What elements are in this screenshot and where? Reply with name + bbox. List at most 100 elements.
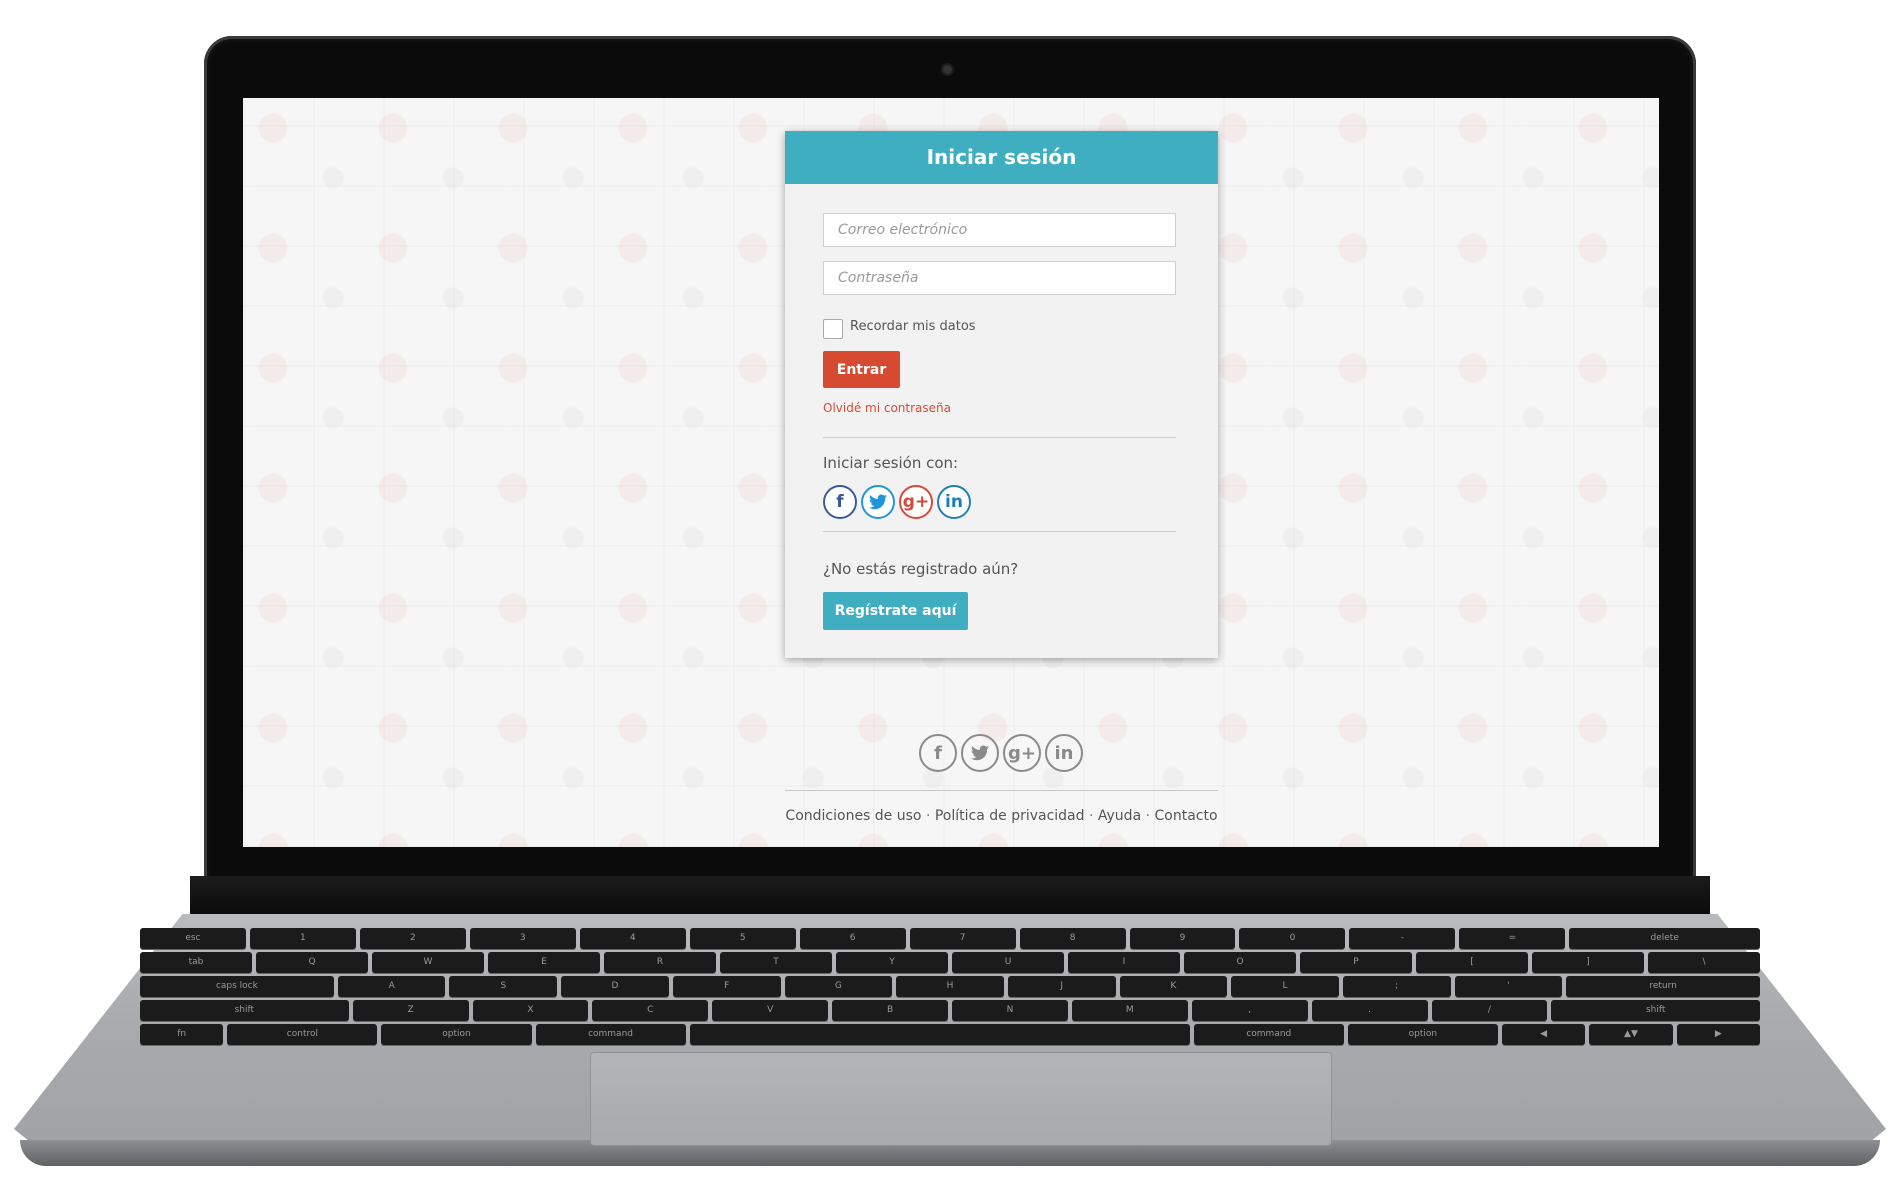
keyboard-key: caps lock (140, 976, 334, 997)
footer-link-contact[interactable]: Contacto (1155, 808, 1218, 824)
keyboard-key: 9 (1129, 928, 1236, 949)
keyboard-key: option (1347, 1024, 1498, 1045)
keyboard-key: 5 (689, 928, 796, 949)
footer-divider (785, 790, 1218, 791)
footer-links: Condiciones de uso · Política de privaci… (785, 808, 1218, 824)
keyboard-key: P (1300, 952, 1412, 973)
password-input[interactable] (823, 261, 1176, 295)
social-login-buttons: f g+ in (823, 485, 971, 519)
keyboard-key: delete (1569, 928, 1761, 949)
social-login-title: Iniciar sesión con: (823, 454, 959, 472)
keyboard-key: L (1231, 976, 1339, 997)
keyboard-key: . (1311, 1000, 1428, 1021)
keyboard-row-5: fn control option command command option ◀ ▲▼ ▶ (140, 1024, 1761, 1045)
keyboard-key: ▲▼ (1589, 1024, 1673, 1045)
keyboard-key: 6 (799, 928, 906, 949)
keyboard-key: ; (1342, 976, 1451, 997)
keyboard-key: K (1119, 976, 1228, 997)
divider (823, 437, 1176, 438)
keyboard-key: shift (1551, 1000, 1760, 1021)
divider (823, 531, 1176, 532)
register-button[interactable]: Regístrate aquí (823, 592, 968, 630)
keyboard-key: N (952, 1000, 1068, 1021)
keyboard-key: [ (1416, 952, 1528, 973)
keyboard-key: V (712, 1000, 829, 1021)
keyboard-key: U (952, 952, 1064, 973)
keyboard-key: T (720, 952, 832, 973)
keyboard-key: Q (256, 952, 368, 973)
keyboard-key: C (592, 1000, 709, 1021)
keyboard-key: 3 (469, 928, 576, 949)
register-question: ¿No estás registrado aún? (823, 560, 1019, 578)
keyboard-key: command (535, 1024, 686, 1045)
webcam (943, 65, 952, 74)
footer-link-privacy[interactable]: Política de privacidad (935, 808, 1085, 824)
keyboard-key: 4 (579, 928, 686, 949)
keyboard-key: O (1184, 952, 1296, 973)
keyboard-key: G (784, 976, 893, 997)
twitter-icon[interactable] (961, 734, 999, 772)
keyboard-key: R (604, 952, 716, 973)
footer-link-help[interactable]: Ayuda (1098, 808, 1141, 824)
keyboard-key: E (488, 952, 600, 973)
keyboard-key: Y (836, 952, 948, 973)
remember-checkbox[interactable] (823, 319, 843, 339)
keyboard-key: X (472, 1000, 589, 1021)
login-button[interactable]: Entrar (823, 351, 900, 388)
keyboard-key: , (1191, 1000, 1308, 1021)
keyboard-key: ] (1532, 952, 1644, 973)
login-card: Iniciar sesión Recordar mis datos Entrar… (785, 131, 1218, 658)
keyboard-key: ◀ (1501, 1024, 1586, 1045)
keyboard-key (689, 1024, 1190, 1045)
footer-social-icons: f g+ in (919, 734, 1083, 772)
facebook-icon[interactable]: f (823, 485, 857, 519)
keyboard-key: shift (140, 1000, 349, 1021)
keyboard-key: F (672, 976, 781, 997)
keyboard-key: 8 (1019, 928, 1126, 949)
keyboard-key: option (381, 1024, 532, 1045)
google-plus-icon[interactable]: g+ (899, 485, 933, 519)
footer-separator: · (925, 808, 931, 824)
keyboard-key: I (1068, 952, 1180, 973)
keyboard-row-1: esc 1 2 3 4 5 6 7 8 9 0- = delete (139, 928, 1761, 949)
keyboard-key: 2 (359, 928, 466, 949)
keyboard-key: - (1349, 928, 1456, 949)
twitter-icon[interactable] (861, 485, 895, 519)
linkedin-icon[interactable]: in (1045, 734, 1083, 772)
footer-link-terms[interactable]: Condiciones de uso (785, 808, 921, 824)
login-title: Iniciar sesión (785, 131, 1218, 184)
keyboard-key: command (1193, 1024, 1344, 1045)
keyboard-key: D (561, 976, 669, 997)
keyboard-key: Z (352, 1000, 469, 1021)
google-plus-icon[interactable]: g+ (1003, 734, 1041, 772)
keyboard-key: tab (140, 952, 252, 973)
keyboard-key: \ (1648, 952, 1760, 973)
keyboard-key: 0 (1239, 928, 1346, 949)
keyboard-key: W (372, 952, 484, 973)
forgot-password-link[interactable]: Olvidé mi contraseña (823, 401, 951, 415)
keyboard-row-3: caps lock A S D F G H J K L; ' return (140, 976, 1761, 997)
keyboard: esc 1 2 3 4 5 6 7 8 9 0- = delete tab Q W E R T Y U I O P[] \ c… (139, 928, 1761, 1050)
keyboard-row-2: tab Q W E R T Y U I O P[] \ (140, 952, 1760, 973)
laptop-hinge (190, 876, 1710, 916)
keyboard-key: J (1007, 976, 1116, 997)
facebook-icon[interactable]: f (919, 734, 957, 772)
keyboard-key: control (227, 1024, 378, 1045)
keyboard-key: / (1431, 1000, 1548, 1021)
keyboard-key: ▶ (1676, 1024, 1761, 1045)
footer-separator: · (1145, 808, 1151, 824)
email-input[interactable] (823, 213, 1176, 247)
trackpad (590, 1052, 1332, 1146)
keyboard-key: 7 (909, 928, 1016, 949)
keyboard-row-4: shift Z X C V B N M,. / shift (140, 1000, 1760, 1021)
keyboard-key: M (1071, 1000, 1188, 1021)
footer-separator: · (1088, 808, 1094, 824)
keyboard-key: = (1459, 928, 1566, 949)
keyboard-key: S (449, 976, 558, 997)
keyboard-key: A (337, 976, 446, 997)
linkedin-icon[interactable]: in (937, 485, 971, 519)
keyboard-key: fn (140, 1024, 224, 1045)
remember-label: Recordar mis datos (850, 319, 976, 334)
keyboard-key: H (896, 976, 1004, 997)
keyboard-key: B (832, 1000, 948, 1021)
